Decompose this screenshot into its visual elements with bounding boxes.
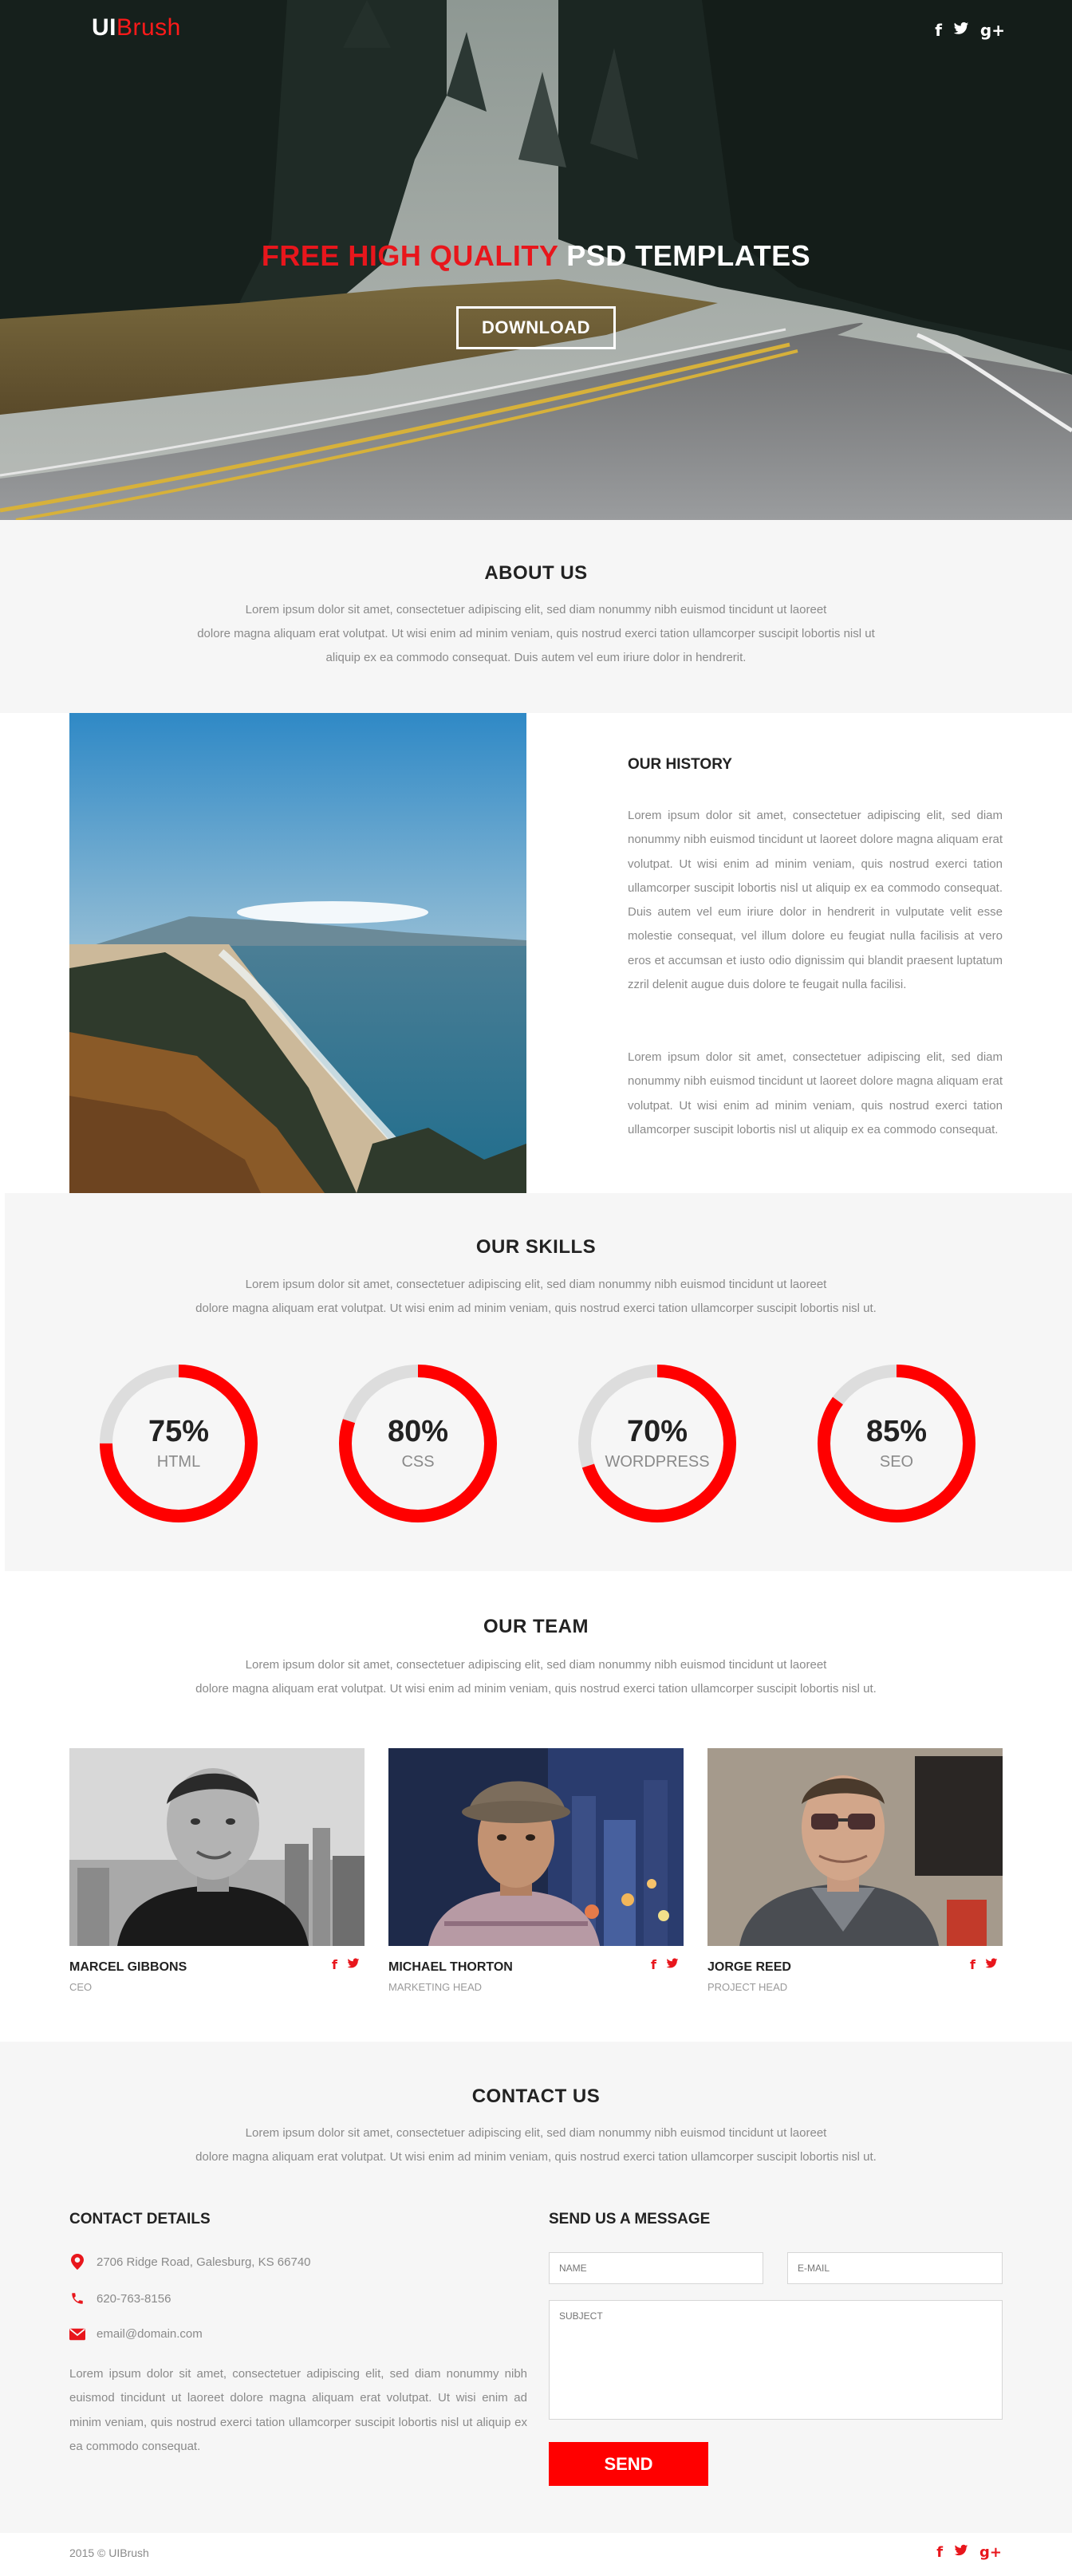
email-row: email@domain.com bbox=[69, 2327, 203, 2341]
about-text: Lorem ipsum dolor sit amet, consectetuer… bbox=[160, 598, 912, 670]
history-paragraph: Lorem ipsum dolor sit amet, consectetuer… bbox=[628, 1050, 1003, 1136]
team-text-line: dolore magna aliquam erat volutpat. Ut w… bbox=[195, 1682, 877, 1696]
footer-social-links: f g+ bbox=[936, 2544, 1002, 2561]
history-paragraph: Lorem ipsum dolor sit amet, consectetuer… bbox=[628, 809, 1003, 992]
send-message-title: SEND US A MESSAGE bbox=[549, 2211, 711, 2227]
skill-label: WORDPRESS bbox=[605, 1453, 710, 1471]
logo-text-brush: Brush bbox=[116, 14, 181, 41]
address-text: 2706 Ridge Road, Galesburg, KS 66740 bbox=[97, 2255, 311, 2269]
contact-text: Lorem ipsum dolor sit amet, consectetuer… bbox=[160, 2121, 912, 2169]
skills-text-line: dolore magna aliquam erat volutpat. Ut w… bbox=[195, 1302, 877, 1315]
member-social-links: f bbox=[332, 1957, 360, 1972]
twitter-icon[interactable] bbox=[953, 21, 969, 40]
member-photo bbox=[707, 1748, 1003, 1946]
twitter-icon[interactable] bbox=[954, 2544, 968, 2561]
landing-page: UIBrush f g+ FREE HIGH QUALITY PSD TEMPL… bbox=[0, 0, 1072, 2576]
footer-copyright: 2015 © UIBrush bbox=[69, 2546, 149, 2559]
skill-html: 75% HTML bbox=[97, 1362, 260, 1525]
facebook-icon[interactable]: f bbox=[970, 1957, 975, 1972]
download-button[interactable]: DOWNLOAD bbox=[456, 306, 616, 349]
send-button[interactable]: SEND bbox=[549, 2442, 708, 2486]
skill-label: HTML bbox=[156, 1453, 201, 1471]
history-title: OUR HISTORY bbox=[628, 756, 732, 773]
google-plus-icon[interactable]: g+ bbox=[979, 2544, 1002, 2561]
skills-text: Lorem ipsum dolor sit amet, consectetuer… bbox=[160, 1273, 912, 1321]
contact-section bbox=[0, 2042, 1072, 2533]
member-photo bbox=[69, 1748, 365, 1946]
subject-textarea[interactable] bbox=[549, 2300, 1003, 2420]
twitter-icon[interactable] bbox=[666, 1957, 679, 1972]
header-social-links: f g+ bbox=[935, 21, 1005, 40]
member-name: JORGE REED bbox=[707, 1960, 791, 1974]
logo-text-ui: UI bbox=[92, 14, 116, 41]
skill-percent: 70% bbox=[626, 1415, 688, 1448]
team-title: OUR TEAM bbox=[483, 1616, 589, 1637]
member-role: CEO bbox=[69, 1981, 93, 1993]
contact-details-title: CONTACT DETAILS bbox=[69, 2211, 211, 2227]
history-photo bbox=[69, 713, 526, 1193]
skills-title: OUR SKILLS bbox=[475, 1236, 597, 1258]
twitter-icon[interactable] bbox=[347, 1957, 360, 1972]
envelope-icon bbox=[69, 2328, 85, 2341]
phone-text: 620-763-8156 bbox=[97, 2291, 171, 2306]
phone-row: 620-763-8156 bbox=[69, 2291, 171, 2306]
hero-banner: UIBrush f g+ FREE HIGH QUALITY PSD TEMPL… bbox=[0, 0, 1072, 520]
map-pin-icon bbox=[69, 2254, 85, 2270]
contact-text-line: Lorem ipsum dolor sit amet, consectetuer… bbox=[245, 2126, 827, 2140]
skills-text-line: Lorem ipsum dolor sit amet, consectetuer… bbox=[245, 1278, 827, 1291]
twitter-icon[interactable] bbox=[985, 1957, 998, 1972]
contact-title: CONTACT US bbox=[471, 2086, 601, 2107]
team-text-line: Lorem ipsum dolor sit amet, consectetuer… bbox=[245, 1658, 827, 1672]
contact-details-text: Lorem ipsum dolor sit amet, consectetuer… bbox=[69, 2367, 527, 2453]
about-text-line: aliquip ex ea commodo consequat. Duis au… bbox=[325, 651, 747, 664]
facebook-icon[interactable]: f bbox=[332, 1957, 337, 1972]
about-text-line: dolore magna aliquam erat volutpat. Ut w… bbox=[197, 627, 875, 640]
hero-title-accent: FREE HIGH QUALITY bbox=[261, 239, 558, 272]
skill-percent: 85% bbox=[865, 1415, 928, 1448]
email-input[interactable] bbox=[787, 2252, 1003, 2284]
facebook-icon[interactable]: f bbox=[936, 2544, 943, 2561]
member-role: MARKETING HEAD bbox=[388, 1981, 483, 1993]
member-social-links: f bbox=[651, 1957, 679, 1972]
skill-css: 80% CSS bbox=[337, 1362, 499, 1525]
facebook-icon[interactable]: f bbox=[651, 1957, 656, 1972]
skill-label: SEO bbox=[879, 1453, 914, 1471]
contact-text-line: dolore magna aliquam erat volutpat. Ut w… bbox=[195, 2150, 877, 2164]
hero-title-rest: PSD TEMPLATES bbox=[558, 239, 811, 272]
about-title: ABOUT US bbox=[484, 562, 588, 584]
name-input[interactable] bbox=[549, 2252, 763, 2284]
member-photo bbox=[388, 1748, 684, 1946]
member-social-links: f bbox=[970, 1957, 998, 1972]
team-text: Lorem ipsum dolor sit amet, consectetuer… bbox=[160, 1653, 912, 1701]
about-text-line: Lorem ipsum dolor sit amet, consectetuer… bbox=[245, 603, 827, 616]
member-name: MARCEL GIBBONS bbox=[69, 1960, 187, 1974]
member-role: PROJECT HEAD bbox=[707, 1981, 788, 1993]
skill-percent: 80% bbox=[387, 1415, 449, 1448]
phone-icon bbox=[69, 2291, 85, 2306]
skill-label: CSS bbox=[401, 1453, 435, 1471]
member-name: MICHAEL THORTON bbox=[388, 1960, 513, 1974]
hero-title: FREE HIGH QUALITY PSD TEMPLATES bbox=[0, 239, 1072, 273]
skill-wordpress: 70% WORDPRESS bbox=[576, 1362, 739, 1525]
skill-percent: 75% bbox=[148, 1415, 210, 1448]
skill-seo: 85% SEO bbox=[815, 1362, 978, 1525]
google-plus-icon[interactable]: g+ bbox=[980, 21, 1005, 40]
facebook-icon[interactable]: f bbox=[935, 21, 942, 40]
logo[interactable]: UIBrush bbox=[92, 14, 181, 41]
email-text[interactable]: email@domain.com bbox=[97, 2327, 203, 2341]
address-row: 2706 Ridge Road, Galesburg, KS 66740 bbox=[69, 2254, 311, 2270]
